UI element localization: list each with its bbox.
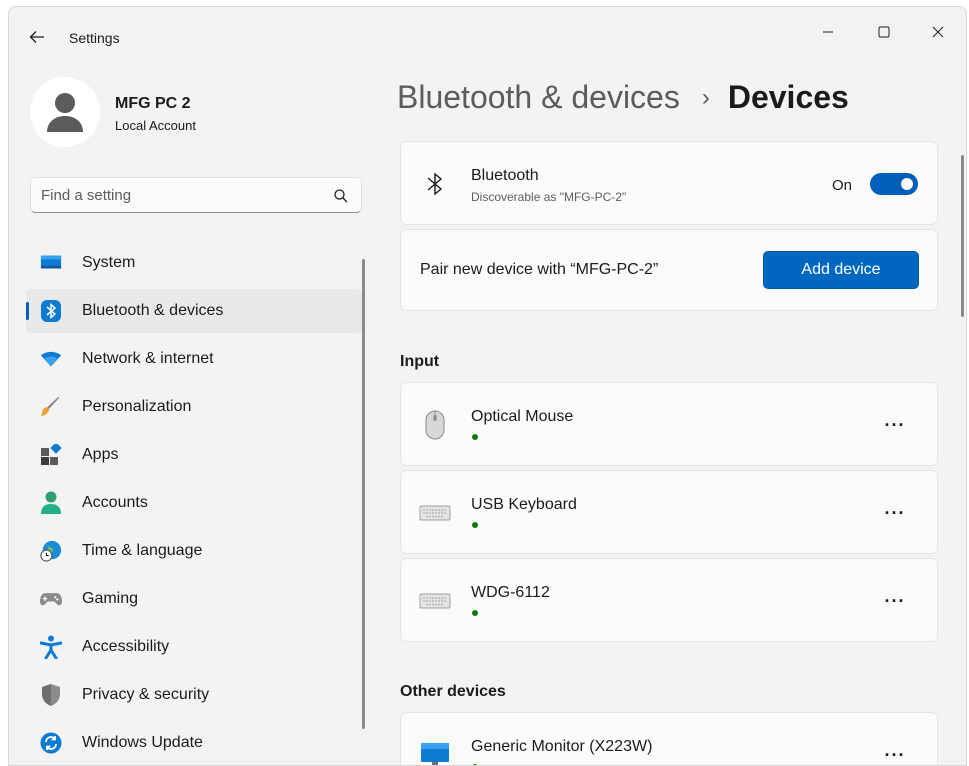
device-name: Generic Monitor (X223W) — [471, 738, 653, 755]
bluetooth-toggle[interactable] — [870, 173, 918, 195]
person-avatar-icon — [47, 93, 83, 132]
sidebar-item-system[interactable]: System — [26, 241, 362, 285]
more-options-button[interactable]: ··· — [877, 413, 913, 437]
connected-status-dot — [472, 610, 478, 616]
bluetooth-card: Bluetooth Discoverable as "MFG-PC-2" On — [400, 141, 938, 225]
monitor-icon — [419, 739, 451, 765]
sidebar-item-label: Network & internet — [82, 350, 214, 367]
sidebar-item-accessibility[interactable]: Accessibility — [26, 625, 362, 669]
sidebar-item-label: Accessibility — [82, 638, 170, 655]
bluetooth-title: Bluetooth — [471, 167, 539, 184]
section-title-input: Input — [400, 353, 440, 370]
sidebar-item-personalization[interactable]: Personalization — [26, 385, 362, 429]
profile-account-type: Local Account — [115, 118, 196, 133]
device-name: Optical Mouse — [471, 408, 574, 425]
breadcrumb: Bluetooth & devices › Devices — [397, 79, 849, 116]
close-icon — [932, 26, 944, 38]
more-options-button[interactable]: ··· — [877, 589, 913, 613]
page-title: Devices — [727, 79, 849, 115]
sidebar-item-time-language[interactable]: Time & language — [26, 529, 362, 573]
sidebar-item-privacy-security[interactable]: Privacy & security — [26, 673, 362, 717]
sidebar-item-label: Windows Update — [82, 734, 203, 751]
sidebar-scrollbar[interactable] — [362, 259, 365, 729]
device-row-usb-keyboard[interactable]: USB Keyboard ··· — [400, 470, 938, 554]
pair-device-card: Pair new device with “MFG-PC-2” Add devi… — [400, 229, 938, 311]
more-options-button[interactable]: ··· — [877, 501, 913, 525]
main-scrollbar[interactable] — [961, 155, 964, 317]
sidebar-item-label: Apps — [82, 446, 119, 463]
add-device-button[interactable]: Add device — [763, 251, 919, 289]
minimize-button[interactable] — [805, 17, 851, 47]
sidebar-item-label: Personalization — [82, 398, 192, 415]
bluetooth-icon — [40, 300, 62, 322]
bluetooth-subtitle: Discoverable as "MFG-PC-2" — [471, 190, 627, 204]
sidebar-item-label: System — [82, 254, 136, 271]
more-options-button[interactable]: ··· — [877, 743, 913, 765]
keyboard-icon — [419, 585, 451, 617]
profile-name: MFG PC 2 — [115, 95, 191, 112]
connected-status-dot — [472, 522, 478, 528]
back-button[interactable] — [23, 25, 51, 49]
gamepad-icon — [40, 588, 62, 610]
sidebar-item-label: Accounts — [82, 494, 148, 511]
sidebar-item-gaming[interactable]: Gaming — [26, 577, 362, 621]
sidebar-item-label: Privacy & security — [82, 686, 210, 703]
app-title: Settings — [69, 30, 120, 46]
device-name: WDG-6112 — [471, 584, 550, 601]
sidebar-item-accounts[interactable]: Accounts — [26, 481, 362, 525]
bluetooth-icon — [427, 172, 443, 196]
avatar[interactable] — [30, 77, 100, 147]
person-icon — [40, 491, 62, 514]
close-button[interactable] — [915, 17, 961, 47]
device-row-wdg-6112[interactable]: WDG-6112 ··· — [400, 558, 938, 642]
sidebar-nav: System Bluetooth & devices Network & int… — [26, 241, 362, 765]
search-box[interactable] — [30, 177, 362, 213]
accessibility-icon — [40, 635, 62, 659]
sidebar-item-apps[interactable]: Apps — [26, 433, 362, 477]
sidebar-item-windows-update[interactable]: Windows Update — [26, 721, 362, 765]
title-bar: Settings — [9, 7, 966, 63]
selection-indicator — [26, 302, 29, 320]
breadcrumb-separator: › — [701, 83, 710, 111]
toggle-knob — [901, 178, 913, 190]
sidebar-item-network-internet[interactable]: Network & internet — [26, 337, 362, 381]
connected-status-dot — [472, 434, 478, 440]
pair-device-label: Pair new device with “MFG-PC-2” — [420, 261, 659, 278]
search-input[interactable] — [41, 178, 321, 212]
device-name: USB Keyboard — [471, 496, 577, 513]
wifi-icon — [40, 348, 62, 370]
sidebar-item-label: Time & language — [82, 542, 203, 559]
device-row-generic-monitor[interactable]: Generic Monitor (X223W) ··· — [400, 712, 938, 765]
brush-icon — [40, 396, 62, 418]
back-arrow-icon — [29, 31, 44, 43]
globe-clock-icon — [40, 540, 62, 562]
minimize-icon — [823, 31, 833, 33]
system-icon — [40, 252, 62, 274]
search-icon[interactable] — [333, 188, 349, 204]
section-title-other-devices: Other devices — [400, 683, 506, 700]
sidebar-item-label: Gaming — [82, 590, 139, 607]
shield-icon — [40, 684, 62, 706]
device-row-optical-mouse[interactable]: Optical Mouse ··· — [400, 382, 938, 466]
settings-window: Settings MFG PC 2 Local Account System — [8, 6, 967, 766]
maximize-icon — [878, 26, 890, 38]
mouse-icon — [419, 409, 451, 441]
maximize-button[interactable] — [861, 17, 907, 47]
breadcrumb-parent[interactable]: Bluetooth & devices — [397, 79, 680, 116]
update-icon — [40, 732, 62, 754]
sidebar-item-label: Bluetooth & devices — [82, 302, 224, 319]
toggle-state-label: On — [832, 177, 853, 194]
sidebar-item-bluetooth-devices[interactable]: Bluetooth & devices — [26, 289, 362, 333]
keyboard-icon — [419, 497, 451, 529]
apps-icon — [40, 444, 62, 466]
